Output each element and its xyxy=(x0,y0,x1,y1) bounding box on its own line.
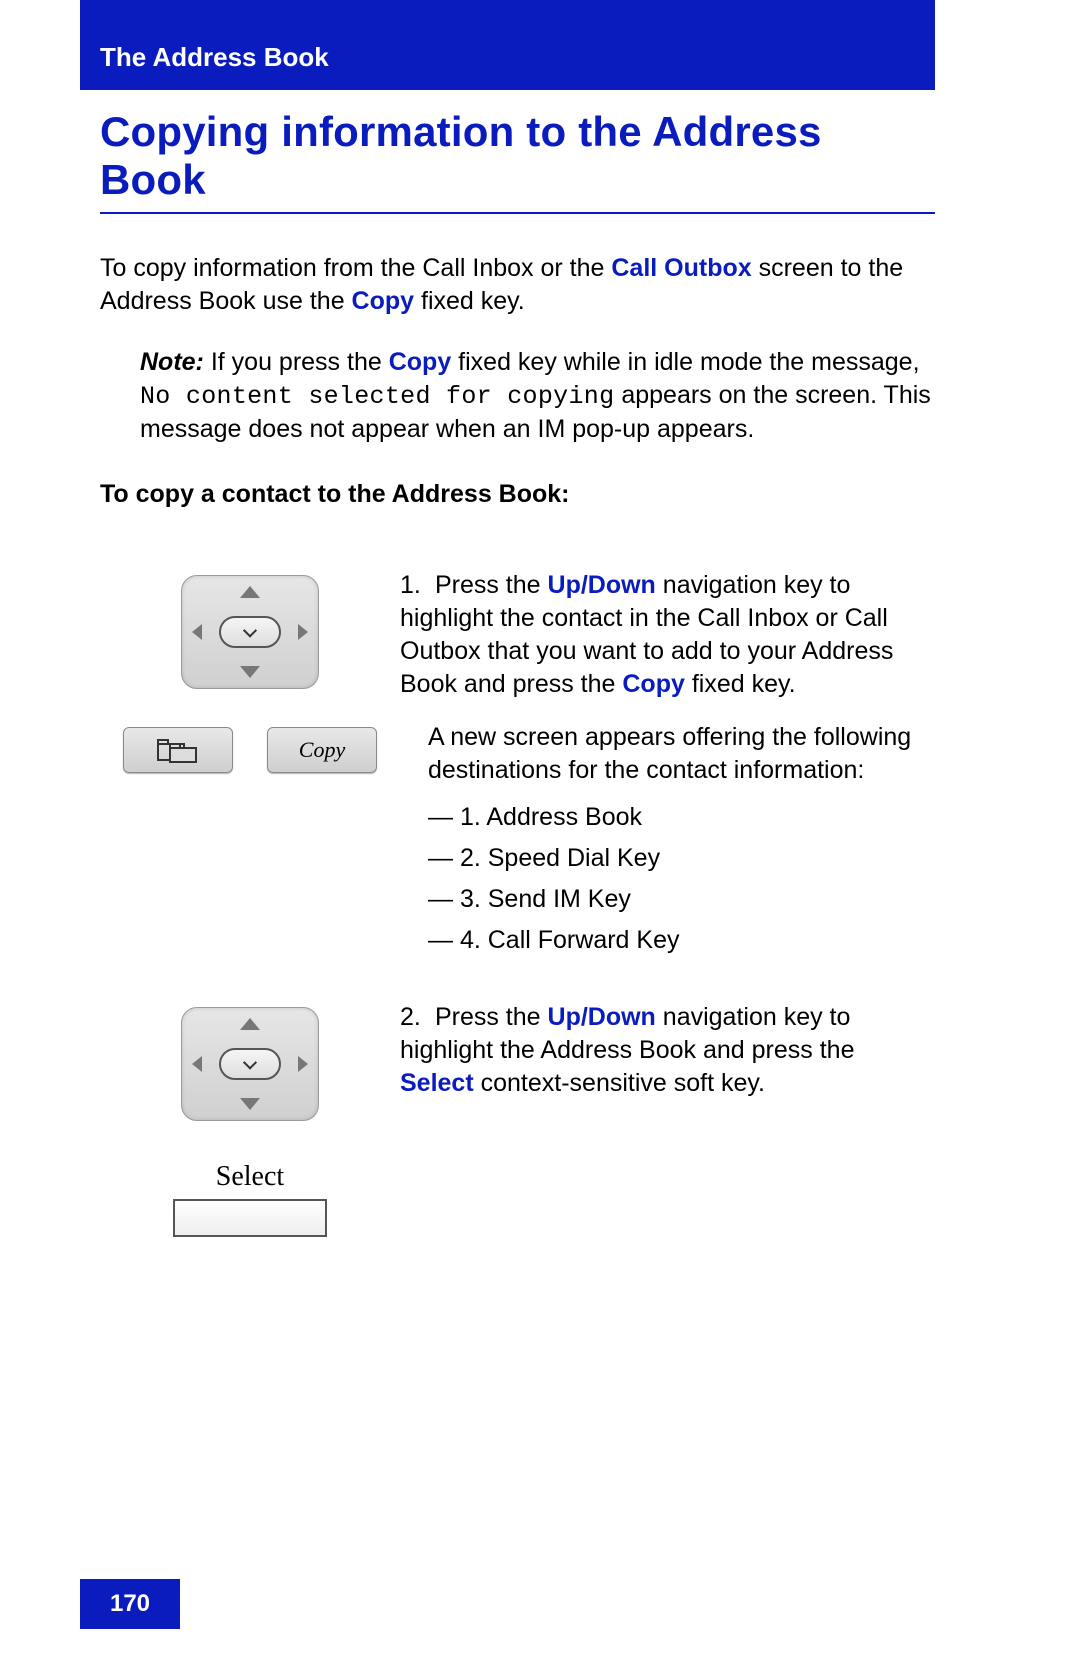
step-1-illustration: Copy xyxy=(100,569,400,773)
nav-arrow-right-icon xyxy=(298,1056,308,1072)
link-call-outbox[interactable]: Call Outbox xyxy=(611,254,751,282)
step-1-t1: Press the xyxy=(435,571,548,599)
page-number: 170 xyxy=(80,1579,180,1629)
select-softkey-icon xyxy=(173,1199,327,1237)
step-2-illustration: Select xyxy=(100,1001,400,1237)
step-2-t3: context-sensitive soft key. xyxy=(474,1069,765,1097)
step-2-text: 2. Press the Up/Down navigation key to h… xyxy=(400,1001,935,1100)
nav-arrow-left-icon xyxy=(192,624,202,640)
folder-hardkey-icon xyxy=(123,727,233,773)
note-mono: No content selected for copying xyxy=(140,382,614,411)
page-number-text: 170 xyxy=(110,1590,150,1618)
nav-arrow-up-icon xyxy=(240,1018,260,1030)
step-1-after: A new screen appears offering the follow… xyxy=(400,721,935,787)
note-text-1: If you press the xyxy=(204,348,389,376)
page-content: Copying information to the Address Book … xyxy=(100,108,935,1273)
note-link-copy[interactable]: Copy xyxy=(389,348,452,376)
intro-text-1: To copy information from the Call Inbox … xyxy=(100,254,611,282)
section-header: The Address Book xyxy=(80,0,935,90)
nav-arrow-up-icon xyxy=(240,586,260,598)
note-text-2: fixed key while in idle mode the message… xyxy=(451,348,919,376)
step-1-text: 1. Press the Up/Down navigation key to h… xyxy=(400,569,935,965)
destination-item: 4. Call Forward Key xyxy=(428,924,935,957)
destination-item: 2. Speed Dial Key xyxy=(428,842,935,875)
step-2-t1: Press the xyxy=(435,1003,548,1031)
step-1-number: 1. xyxy=(400,569,428,602)
section-header-text: The Address Book xyxy=(100,42,329,72)
nav-enter-icon xyxy=(219,1048,281,1080)
step-2-select: Select xyxy=(400,1069,474,1097)
step-2-row: Select 2. Press the Up/Down navigation k… xyxy=(100,1001,935,1237)
step-1-copy: Copy xyxy=(622,670,685,698)
destination-item: 1. Address Book xyxy=(428,801,935,834)
navigation-key-icon xyxy=(181,1007,319,1121)
procedure-heading: To copy a contact to the Address Book: xyxy=(100,480,935,509)
nav-arrow-down-icon xyxy=(240,666,260,678)
step-1-row: Copy 1. Press the Up/Down navigation key… xyxy=(100,569,935,965)
intro-text-3: fixed key. xyxy=(414,287,525,315)
copy-hardkey-label: Copy xyxy=(299,737,345,763)
navigation-key-icon xyxy=(181,575,319,689)
copy-hardkey: Copy xyxy=(267,727,377,773)
intro-paragraph: To copy information from the Call Inbox … xyxy=(100,252,935,318)
step-2-number: 2. xyxy=(400,1001,428,1034)
nav-arrow-down-icon xyxy=(240,1098,260,1110)
page-title: Copying information to the Address Book xyxy=(100,108,935,214)
destination-item: 3. Send IM Key xyxy=(428,883,935,916)
hardkey-row: Copy xyxy=(123,727,377,773)
link-copy[interactable]: Copy xyxy=(352,287,415,315)
steps-container: Copy 1. Press the Up/Down navigation key… xyxy=(100,569,935,1237)
nav-arrow-right-icon xyxy=(298,624,308,640)
note-block: Note: If you press the Copy fixed key wh… xyxy=(140,346,935,446)
nav-enter-icon xyxy=(219,616,281,648)
select-softkey-block: Select xyxy=(173,1161,327,1237)
destination-list: 1. Address Book 2. Speed Dial Key 3. Sen… xyxy=(400,801,935,957)
note-label: Note: xyxy=(140,348,204,376)
step-1-t3: fixed key. xyxy=(685,670,796,698)
nav-arrow-left-icon xyxy=(192,1056,202,1072)
step-2-updown: Up/Down xyxy=(548,1003,656,1031)
step-1-updown: Up/Down xyxy=(548,571,656,599)
select-softkey-label: Select xyxy=(173,1161,327,1193)
